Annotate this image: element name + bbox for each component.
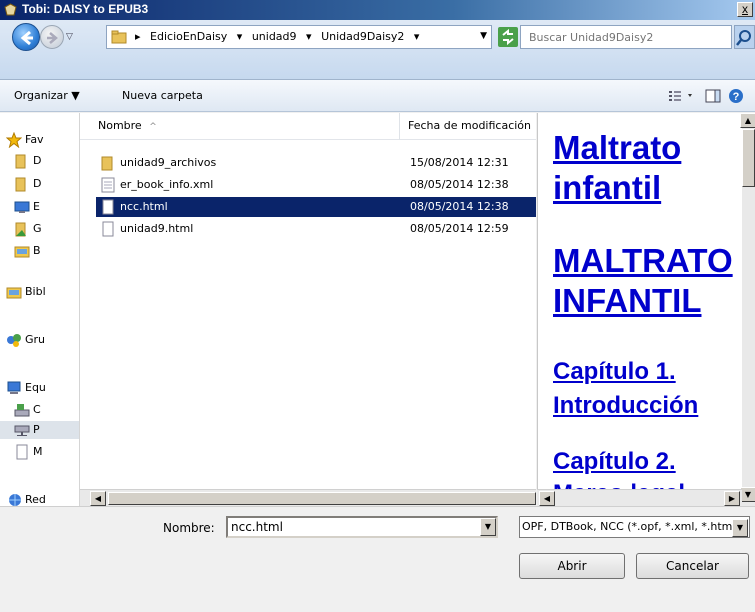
preview-chapter1-line1[interactable]: Capítulo 1. xyxy=(553,357,676,387)
column-name-header[interactable]: Nombre ^ xyxy=(90,113,400,140)
preview-title-line2[interactable]: infantil xyxy=(553,168,661,208)
horizontal-scrollbar[interactable]: ◀ xyxy=(80,489,536,506)
breadcrumb-separator-icon[interactable]: ▾ xyxy=(237,30,243,43)
breadcrumb-separator-icon[interactable]: ▾ xyxy=(306,30,312,43)
forward-arrow-icon xyxy=(47,32,58,44)
folder-icon xyxy=(15,154,26,169)
forward-button[interactable] xyxy=(40,25,64,49)
title-bar: Tobi: DAISY to EPUB3 x xyxy=(0,0,755,20)
app-icon xyxy=(4,3,17,16)
scroll-left-icon[interactable]: ◀ xyxy=(90,491,106,506)
chevron-down-icon[interactable]: ▼ xyxy=(480,518,496,536)
network-icon xyxy=(9,494,21,506)
breadcrumb-item[interactable]: Unidad9Daisy2 xyxy=(321,30,404,43)
preview-chapter2-line1[interactable]: Capítulo 2. xyxy=(553,447,676,477)
view-list-icon xyxy=(669,91,692,101)
file-name-panel: Nombre: ▼ OPF, DTBook, NCC (*.opf, *.xml… xyxy=(0,506,755,612)
preview-pane-button[interactable] xyxy=(705,88,721,107)
address-bar-area: ▽ ▸ EdicioEnDaisy ▾ unidad9 ▾ Unidad9Dai… xyxy=(0,20,755,80)
command-toolbar: Organizar ▼ Nueva carpeta ? xyxy=(0,80,755,112)
scroll-thumb[interactable] xyxy=(742,129,755,187)
window-title: Tobi: DAISY to EPUB3 xyxy=(22,2,149,16)
computer-icon xyxy=(7,381,21,394)
new-folder-button[interactable]: Nueva carpeta xyxy=(122,89,203,102)
nav-item-selected[interactable]: P xyxy=(0,421,79,439)
search-button[interactable] xyxy=(734,25,755,49)
preview-heading-line1[interactable]: MALTRATO xyxy=(553,241,733,281)
table-row[interactable]: unidad9_archivos 15/08/2014 12:31 xyxy=(96,153,536,173)
breadcrumb-separator-icon[interactable]: ▾ xyxy=(414,30,420,43)
file-name-combobox[interactable]: ▼ xyxy=(226,516,498,538)
file-name-input[interactable] xyxy=(228,518,478,536)
search-field[interactable] xyxy=(520,25,732,49)
preview-chapter1-line2[interactable]: Introducción xyxy=(553,391,698,421)
drive-icon xyxy=(14,404,30,417)
file-type-select[interactable]: OPF, DTBook, NCC (*.opf, *.xml, *.html) … xyxy=(519,516,750,538)
recent-pages-chevron-icon[interactable]: ▽ xyxy=(66,32,73,42)
back-button[interactable] xyxy=(12,23,40,51)
column-date-header[interactable]: Fecha de modificación xyxy=(400,113,536,140)
folder-icon xyxy=(101,156,113,171)
chevron-down-icon[interactable]: ▼ xyxy=(732,519,748,537)
scroll-up-icon[interactable]: ▲ xyxy=(740,113,755,128)
address-box[interactable]: ▸ EdicioEnDaisy ▾ unidad9 ▾ Unidad9Daisy… xyxy=(106,25,492,49)
table-row-selected[interactable]: ncc.html 08/05/2014 12:38 xyxy=(96,197,536,217)
navigation-pane: Fav D D E G B Bibl Gru Equ C P M Red xyxy=(0,113,80,506)
homegroup-icon xyxy=(7,334,21,347)
organize-button[interactable]: Organizar ▼ xyxy=(14,89,80,102)
breadcrumb-separator-icon[interactable]: ▸ xyxy=(135,30,141,43)
scroll-thumb[interactable] xyxy=(108,492,536,505)
scroll-left-icon[interactable]: ◀ xyxy=(539,491,555,506)
file-icon xyxy=(102,221,114,237)
library-icon xyxy=(14,246,30,258)
xml-file-icon xyxy=(101,177,115,193)
table-row[interactable]: er_book_info.xml 08/05/2014 12:38 xyxy=(96,175,536,195)
breadcrumb-item[interactable]: unidad9 xyxy=(252,30,297,43)
file-icon xyxy=(16,444,28,460)
preview-chapter2-line2[interactable]: Marco legal xyxy=(553,479,685,489)
view-options-button[interactable] xyxy=(668,88,696,107)
column-header: Nombre ^ Fecha de modificación xyxy=(80,113,536,140)
breadcrumb-item[interactable]: EdicioEnDaisy xyxy=(150,30,227,43)
scroll-down-icon[interactable]: ▼ xyxy=(740,487,755,502)
address-dropdown-icon[interactable]: ▼ xyxy=(480,31,487,41)
star-icon xyxy=(6,132,22,148)
folder-icon xyxy=(111,30,127,44)
cancel-button[interactable]: Cancelar xyxy=(636,553,749,579)
sort-ascending-icon: ^ xyxy=(149,122,157,132)
close-button[interactable]: x xyxy=(737,2,753,17)
search-icon xyxy=(736,30,751,46)
preview-pane-icon xyxy=(705,89,721,103)
help-button[interactable]: ? xyxy=(728,88,744,107)
table-row[interactable]: unidad9.html 08/05/2014 12:59 xyxy=(96,219,536,239)
preview-vertical-scrollbar[interactable]: ▲ ▼ xyxy=(740,113,755,506)
svg-text:?: ? xyxy=(733,91,740,103)
refresh-icon[interactable] xyxy=(497,25,519,49)
scroll-right-icon[interactable]: ▶ xyxy=(724,491,740,506)
folder-icon xyxy=(15,177,26,192)
folder-icon xyxy=(15,222,26,237)
library-icon xyxy=(6,287,22,299)
preview-title-line1[interactable]: Maltrato xyxy=(553,128,681,168)
help-icon: ? xyxy=(729,89,743,103)
breadcrumb: ▸ EdicioEnDaisy ▾ unidad9 ▾ Unidad9Daisy… xyxy=(135,30,425,43)
back-arrow-icon xyxy=(20,30,33,46)
preview-heading-line2[interactable]: INFANTIL xyxy=(553,281,701,321)
search-input[interactable] xyxy=(521,26,731,48)
desktop-icon xyxy=(14,201,30,213)
open-button[interactable]: Abrir xyxy=(519,553,625,579)
file-name-label: Nombre: xyxy=(163,521,215,535)
preview-pane: Maltrato infantil MALTRATO INFANTIL Capí… xyxy=(537,113,755,489)
network-drive-icon xyxy=(14,425,30,436)
file-list: Nombre ^ Fecha de modificación unidad9_a… xyxy=(80,113,536,489)
preview-horizontal-scrollbar[interactable]: ◀ ▶ xyxy=(537,489,742,506)
file-icon xyxy=(102,199,114,215)
